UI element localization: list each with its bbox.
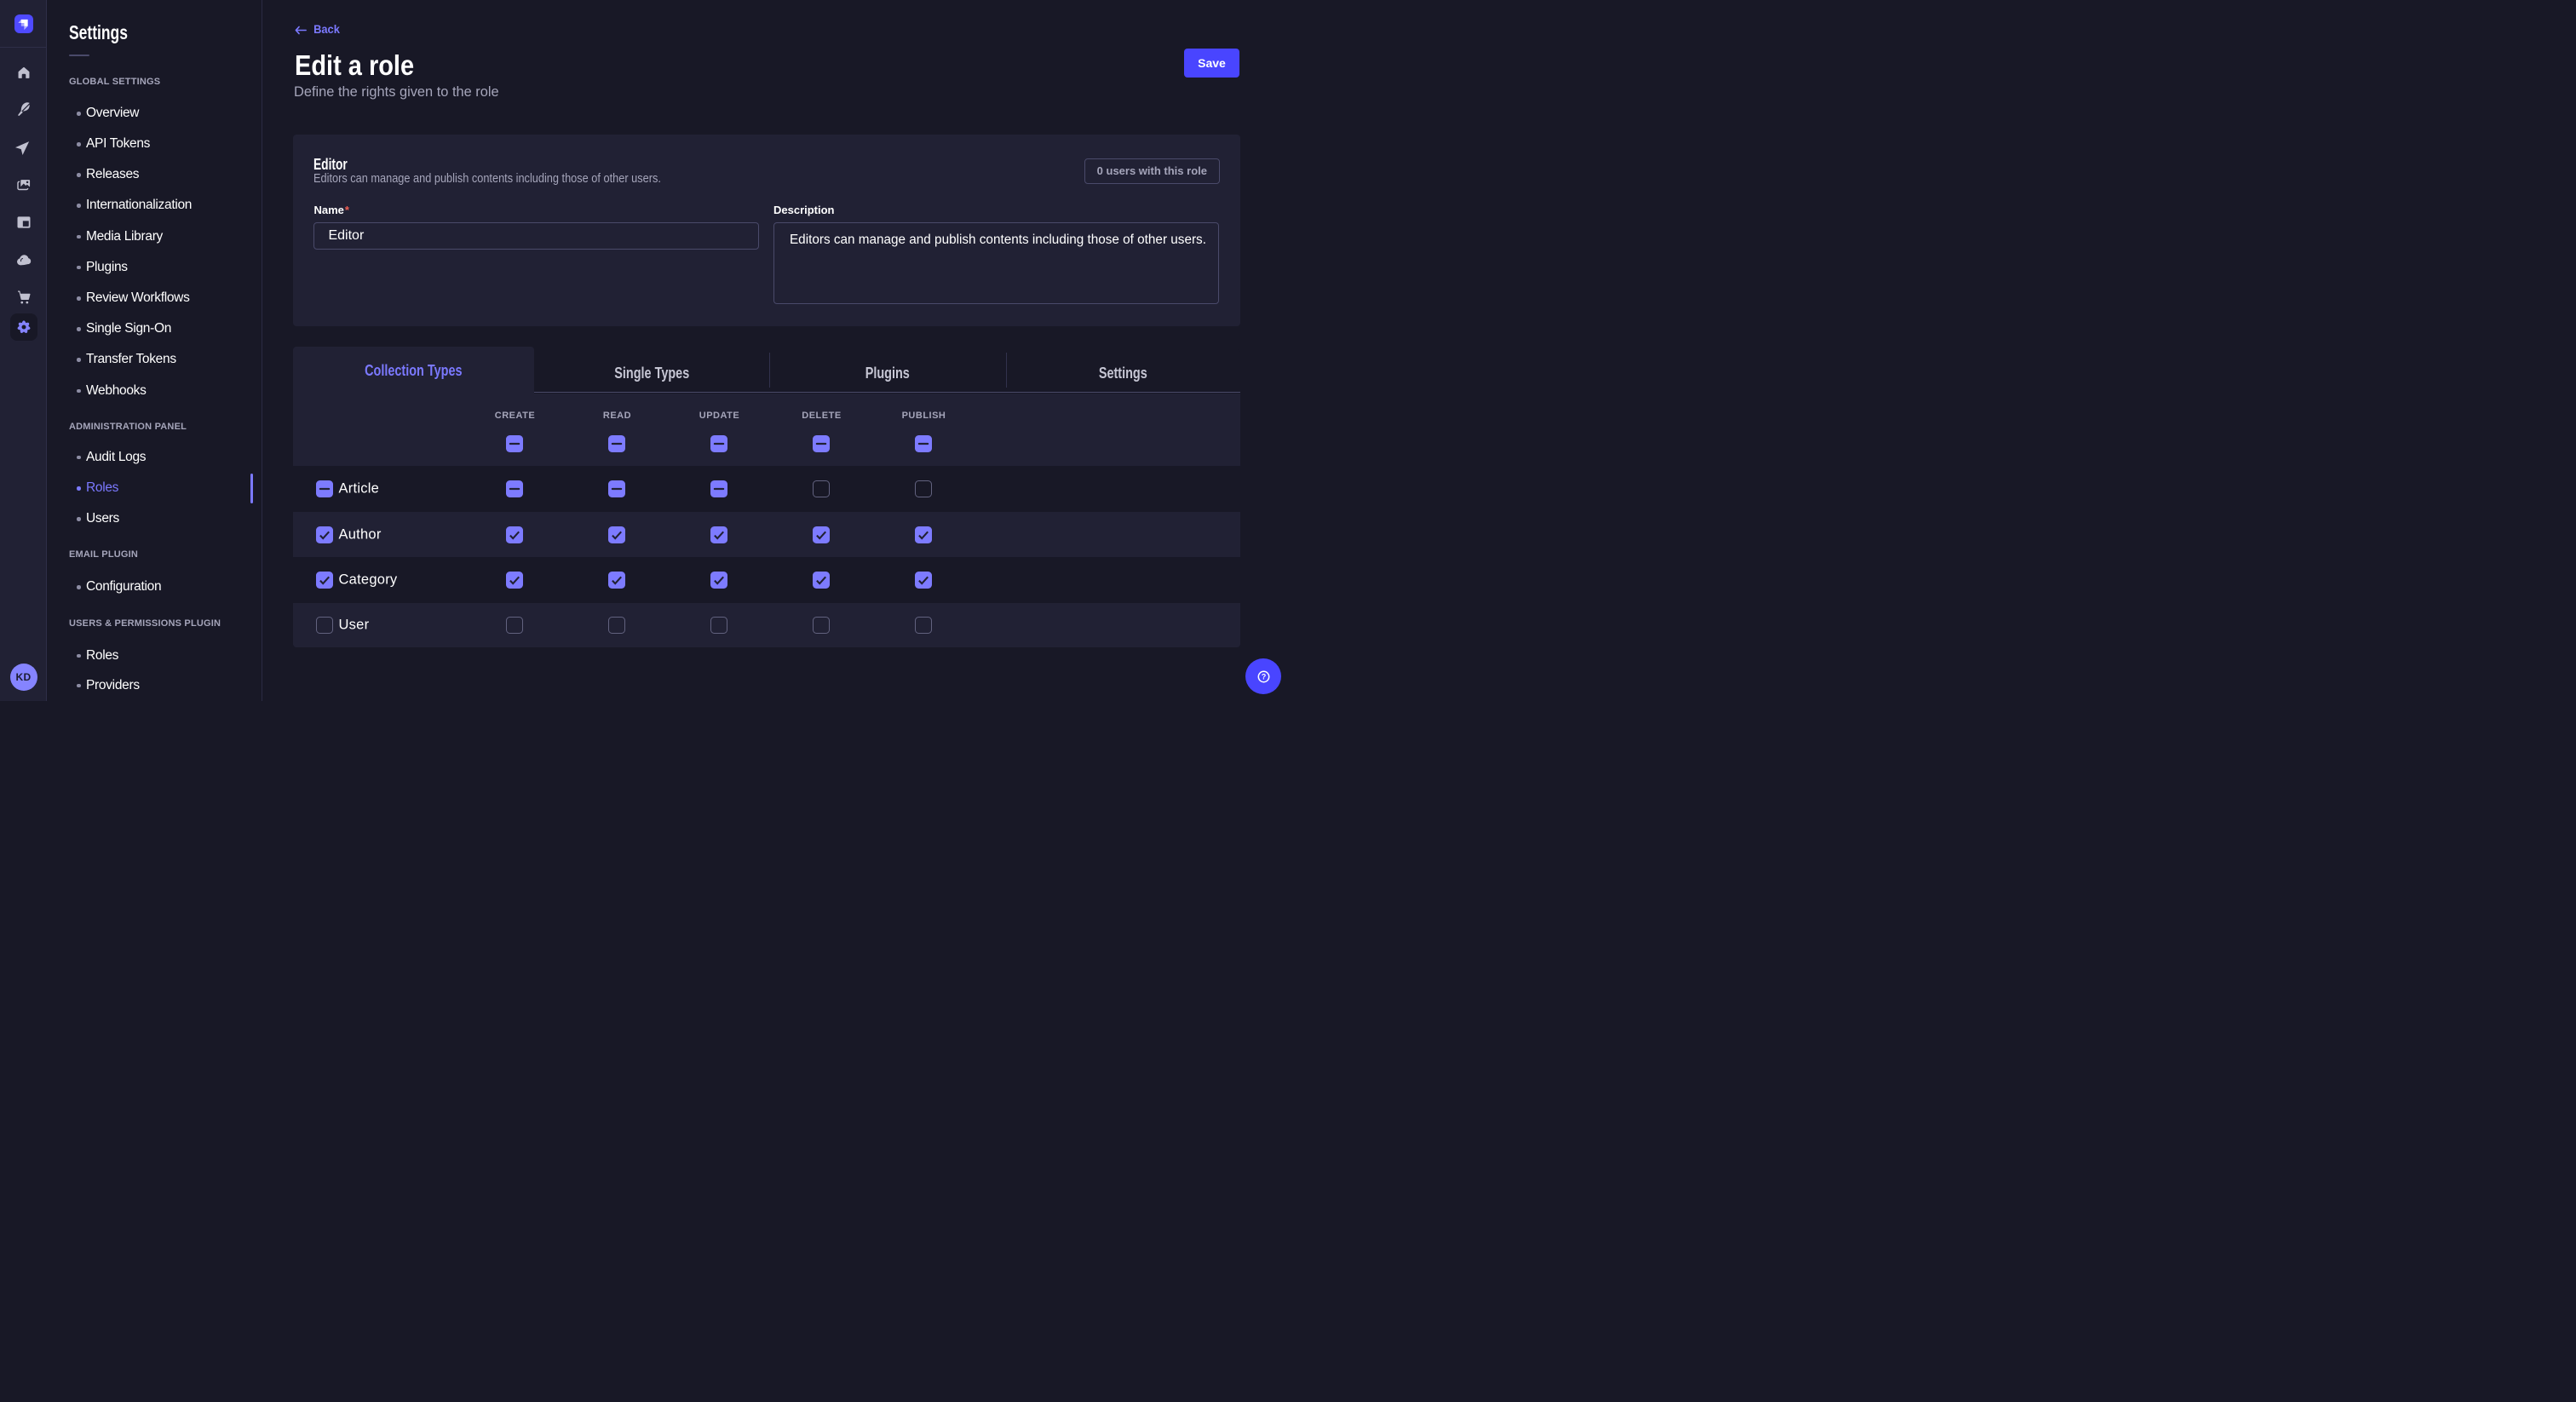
svg-text:?: ? [1261, 672, 1265, 681]
